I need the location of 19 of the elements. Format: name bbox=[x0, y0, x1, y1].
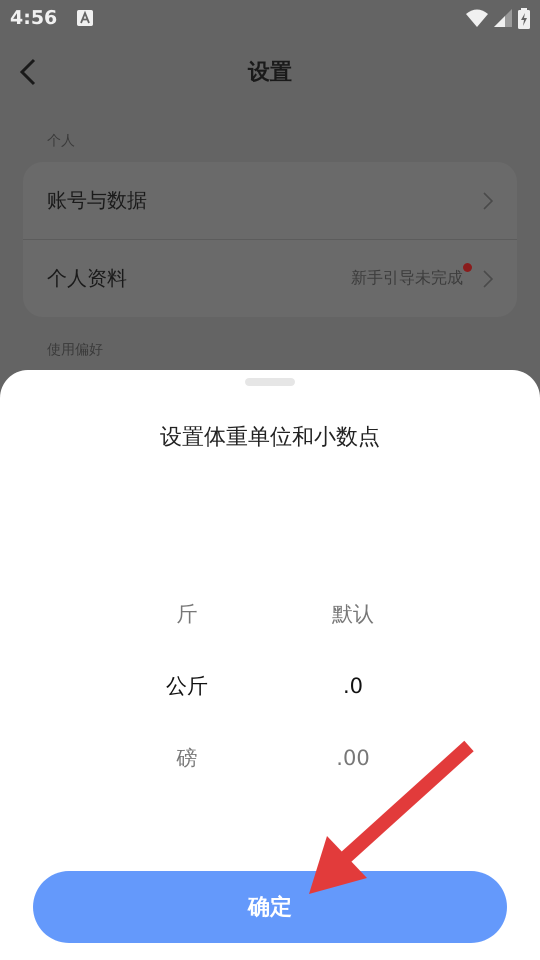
signal-icon bbox=[494, 9, 512, 27]
picker-option[interactable]: 磅 bbox=[176, 722, 198, 794]
settings-row[interactable]: 账号与数据 bbox=[23, 162, 517, 239]
battery-icon bbox=[518, 8, 530, 28]
picker-option[interactable]: 斤 bbox=[176, 578, 198, 650]
chevron-right-icon bbox=[483, 192, 493, 210]
keyboard-icon bbox=[77, 10, 94, 26]
sheet-title: 设置体重单位和小数点 bbox=[160, 424, 380, 452]
picker-option[interactable]: .00 bbox=[336, 722, 370, 794]
picker-option[interactable]: 公斤 bbox=[166, 650, 208, 722]
picker-option[interactable]: 默认 bbox=[332, 578, 374, 650]
chevron-right-icon bbox=[483, 270, 493, 288]
picker-option[interactable]: .0 bbox=[342, 650, 364, 722]
confirm-button[interactable]: 确定 bbox=[33, 871, 507, 943]
drag-handle[interactable] bbox=[245, 378, 295, 386]
wifi-icon bbox=[466, 9, 488, 27]
status-time: 4:56 bbox=[10, 7, 58, 29]
back-icon[interactable] bbox=[18, 58, 38, 86]
page-title: 设置 bbox=[248, 59, 292, 87]
